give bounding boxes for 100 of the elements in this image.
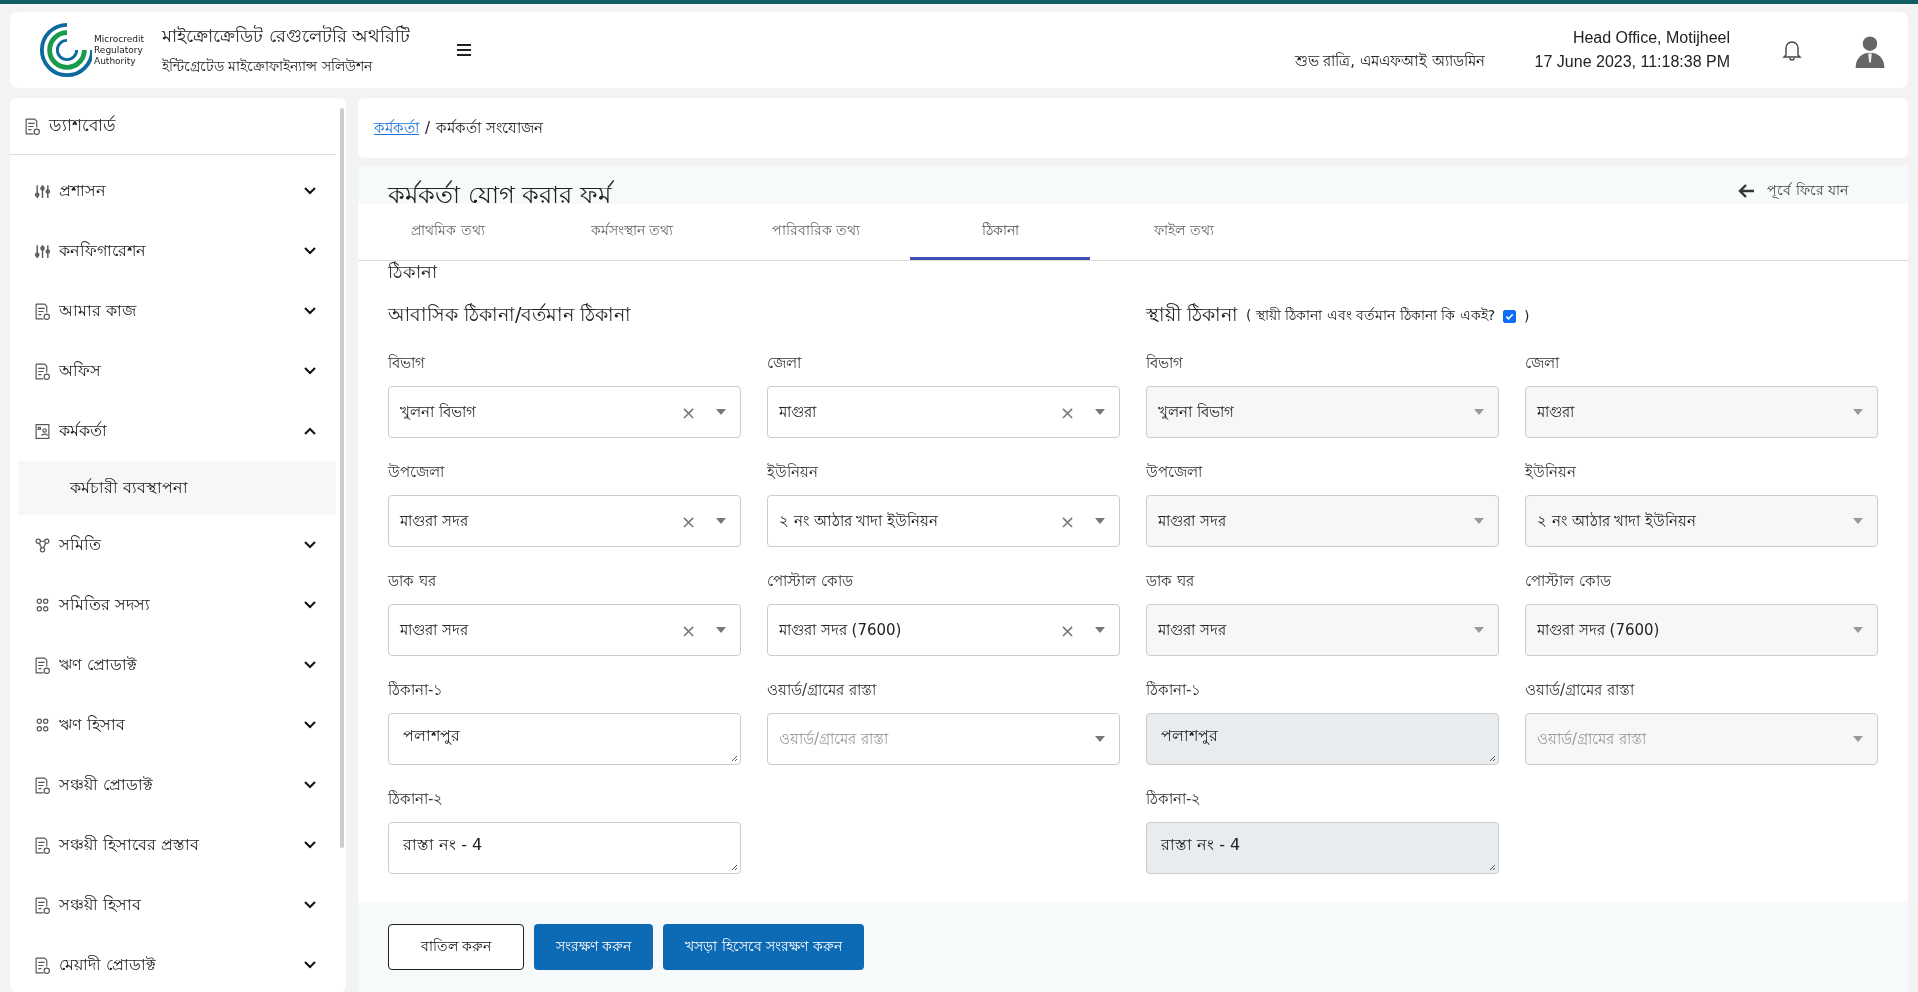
- document-icon: [34, 956, 51, 974]
- field-label: উপজেলা: [1146, 462, 1204, 483]
- select-field[interactable]: খুলনা বিভাগ ×: [388, 386, 741, 438]
- select-field[interactable]: ২ নং আঠার খাদা ইউনিয়ন ×: [767, 495, 1120, 547]
- field-label: ডাক ঘর: [1146, 571, 1196, 592]
- chevron-down-icon: [304, 961, 316, 969]
- sliders-icon: [34, 242, 51, 260]
- tab[interactable]: ঠিকানা: [910, 204, 1090, 260]
- document-icon: [34, 302, 51, 320]
- resize-handle-icon[interactable]: [730, 754, 738, 762]
- select-field[interactable]: মাগুরা ×: [767, 386, 1120, 438]
- field-label: উপজেলা: [388, 462, 446, 483]
- sidebar-item[interactable]: ঋণ হিসাব: [10, 695, 336, 755]
- dropdown-icon: [1095, 627, 1105, 633]
- same-address-question: ( স্থায়ী ঠিকানা এবং বর্তমান ঠিকানা কি একই?: [1246, 306, 1496, 325]
- breadcrumb-link[interactable]: কর্মকর্তা: [374, 115, 419, 141]
- tab[interactable]: ফাইল তথ্য: [1094, 204, 1274, 260]
- sidebar-item[interactable]: আমার কাজ: [10, 281, 336, 341]
- sidebar-subitem[interactable]: কর্মচারী ব্যবস্থাপনা: [18, 461, 336, 515]
- clear-icon[interactable]: ×: [680, 401, 696, 423]
- sidebar-item[interactable]: ঋণ প্রোডাক্ট: [10, 635, 336, 695]
- chevron-down-icon: [304, 841, 316, 849]
- chevron-down-icon: [304, 247, 316, 255]
- dropdown-icon: [1853, 518, 1863, 524]
- menu-icon[interactable]: [456, 44, 473, 56]
- document-icon: [34, 656, 51, 674]
- logo-text: Regulatory: [94, 44, 144, 56]
- dropdown-icon: [1474, 518, 1484, 524]
- sidebar-item[interactable]: ড্যাশবোর্ড: [10, 98, 336, 155]
- select-field[interactable]: মাগুরা সদর (7600) ×: [767, 604, 1120, 656]
- breadcrumb-separator: /: [425, 119, 431, 137]
- document-icon: [24, 117, 41, 135]
- field-label: জেলা: [1525, 353, 1561, 374]
- document-icon: [34, 836, 51, 854]
- office-name: Head Office, Motijheel: [1572, 29, 1730, 47]
- field-label: জেলা: [767, 353, 803, 374]
- sidebar-item[interactable]: সমিতির সদস্য: [10, 575, 336, 635]
- field-label: পোস্টাল কোড: [1525, 571, 1613, 592]
- sidebar-item[interactable]: প্রশাসন: [10, 161, 336, 221]
- clear-icon[interactable]: ×: [680, 510, 696, 532]
- chevron-up-icon: [304, 427, 316, 435]
- chevron-down-icon: [304, 541, 316, 549]
- sidebar-item[interactable]: কনফিগারেশন: [10, 221, 336, 281]
- dropdown-icon: [1095, 409, 1105, 415]
- text-area[interactable]: রাস্তা নং - 4: [388, 822, 741, 874]
- clear-icon[interactable]: ×: [1059, 401, 1075, 423]
- sidebar-item[interactable]: সঞ্চয়ী হিসাবের প্রস্তাব: [10, 815, 336, 875]
- tab[interactable]: কর্মসংস্থান তথ্য: [542, 204, 722, 260]
- sidebar-item[interactable]: মেয়াদী প্রোডাক্ট: [10, 935, 336, 992]
- field-label: ঠিকানা-১: [1146, 680, 1203, 701]
- clear-icon[interactable]: ×: [1059, 510, 1075, 532]
- arrow-left-icon: [1737, 183, 1756, 199]
- dropdown-icon: [1095, 518, 1105, 524]
- closing-paren: ): [1524, 308, 1530, 324]
- clear-icon[interactable]: ×: [1059, 619, 1075, 641]
- clear-icon[interactable]: ×: [680, 619, 696, 641]
- dropdown-icon: [716, 409, 726, 415]
- field-label: বিভাগ: [1146, 353, 1184, 374]
- chevron-down-icon: [304, 367, 316, 375]
- chevron-down-icon: [304, 901, 316, 909]
- dropdown-icon: [1095, 736, 1105, 742]
- tab[interactable]: পারিবারিক তথ্য: [726, 204, 906, 260]
- save-button[interactable]: সংরক্ষণ করুন: [534, 924, 654, 970]
- dropdown-icon: [716, 627, 726, 633]
- chevron-down-icon: [304, 661, 316, 669]
- chevron-down-icon: [304, 187, 316, 195]
- save-button[interactable]: খসড়া হিসেবে সংরক্ষণ করুন: [663, 924, 864, 970]
- field-label: ঠিকানা-১: [388, 680, 445, 701]
- greeting-text: শুভ রাত্রি, এমএফআই অ্যাডমিন: [1294, 50, 1485, 72]
- dropdown-icon: [1853, 627, 1863, 633]
- sidebar-item[interactable]: কর্মকর্তা: [10, 401, 336, 461]
- field-label: ঠিকানা-২: [1146, 789, 1203, 810]
- sidebar-item[interactable]: সঞ্চয়ী প্রোডাক্ট: [10, 755, 336, 815]
- bell-icon[interactable]: [1782, 39, 1802, 61]
- cancel-button[interactable]: বাতিল করুন: [388, 924, 524, 970]
- app-subtitle: ইন্টিগ্রেটেড মাইক্রোফাইন্যান্স সলিউশন: [161, 56, 374, 76]
- field-label: ইউনিয়ন: [767, 462, 819, 483]
- field-label: ইউনিয়ন: [1525, 462, 1577, 483]
- sidebar-item[interactable]: সমিতি: [10, 515, 336, 575]
- resize-handle-icon[interactable]: [730, 863, 738, 871]
- document-icon: [34, 776, 51, 794]
- section-title: ঠিকানা: [388, 261, 439, 283]
- text-area[interactable]: পলাশপুর: [388, 713, 741, 765]
- sidebar-item[interactable]: অফিস: [10, 341, 336, 401]
- sliders-icon: [34, 182, 51, 200]
- chevron-down-icon: [304, 601, 316, 609]
- document-icon: [34, 362, 51, 380]
- tab[interactable]: প্রাথমিক তথ্য: [358, 204, 538, 260]
- dropdown-icon: [716, 518, 726, 524]
- same-address-checkbox[interactable]: [1503, 309, 1517, 323]
- select-field[interactable]: মাগুরা সদর ×: [388, 495, 741, 547]
- logo-text: Microcredit: [94, 33, 144, 45]
- address-heading: আবাসিক ঠিকানা/বর্তমান ঠিকানা: [388, 302, 632, 327]
- dropdown-icon: [1474, 409, 1484, 415]
- field-label: ওয়ার্ড/গ্রামের রাস্তা: [1525, 680, 1636, 701]
- select-field[interactable]: মাগুরা সদর ×: [388, 604, 741, 656]
- sidebar-item[interactable]: সঞ্চয়ী হিসাব: [10, 875, 336, 935]
- app-title: মাইক্রোক্রেডিট রেগুলেটরি অথরিটি: [161, 23, 411, 48]
- id-card-icon: [34, 422, 51, 440]
- back-link[interactable]: পূর্বে ফিরে যান: [1737, 179, 1848, 203]
